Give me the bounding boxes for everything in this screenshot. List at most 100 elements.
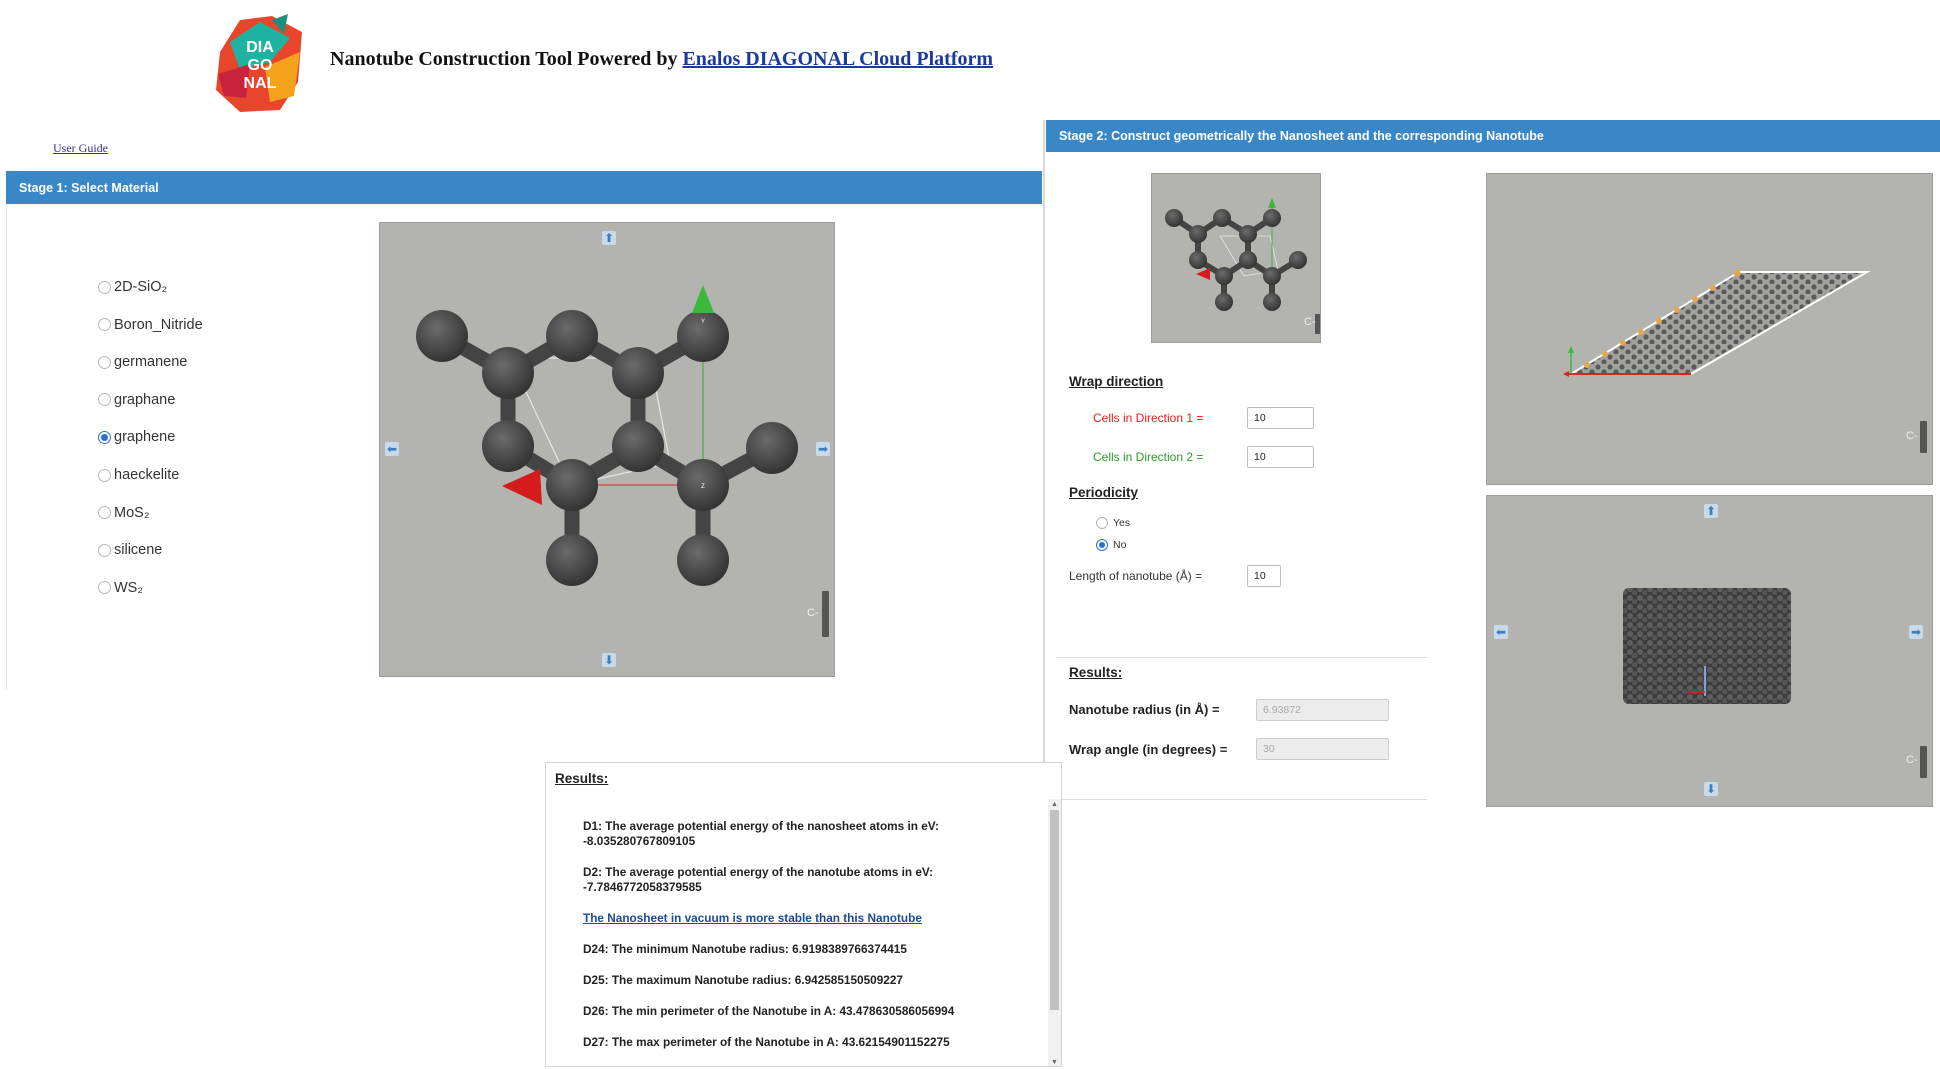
material-radio[interactable] — [98, 318, 111, 332]
logo-text-1: DIA — [246, 39, 274, 56]
nanosheet-corner-label: C- — [1906, 430, 1918, 442]
material-label: graphane — [114, 391, 176, 408]
logo-text-2: GO — [248, 57, 273, 74]
arrow-right-icon[interactable]: ➡ — [816, 442, 830, 456]
material-label: haeckelite — [114, 467, 180, 483]
result-d1-value: -8.035280767809105 — [583, 834, 696, 848]
material-label: MoS₂ — [114, 504, 150, 521]
nanosheet-viewer[interactable]: C- — [1486, 173, 1933, 485]
arrow-up-icon[interactable]: ⬆ — [602, 231, 616, 245]
page-title-text: Nanotube Construction Tool Powered by — [330, 48, 683, 70]
stage1-header: Stage 1: Select Material — [6, 171, 1042, 204]
scroll-up-icon[interactable]: ▲ — [1050, 800, 1059, 809]
cells-dir1-input[interactable] — [1247, 407, 1314, 429]
periodicity-no-radio[interactable] — [1096, 539, 1108, 551]
results-scrollbar[interactable]: ▲ ▼ — [1048, 799, 1061, 1066]
result-d27: D27: The max perimeter of the Nanotube i… — [583, 1035, 950, 1049]
radius-output — [1256, 699, 1389, 721]
unit-cell-viewer[interactable]: C- — [1151, 173, 1321, 343]
material-label: silicene — [114, 542, 163, 559]
svg-text:Z: Z — [701, 484, 705, 490]
material-radio[interactable] — [98, 506, 111, 520]
result-d26: D26: The min perimeter of the Nanotube i… — [583, 1004, 955, 1018]
material-radio[interactable] — [98, 280, 111, 294]
material-option[interactable]: graphane — [98, 392, 175, 408]
radius-label: Nanotube radius (in Å) = — [1069, 702, 1220, 717]
result-d2-label: D2: The average potential energy of the … — [583, 865, 934, 879]
viewer-corner-label: C- — [807, 607, 819, 619]
nanotube-arrow-left-icon[interactable]: ⬅ — [1494, 625, 1508, 639]
stability-link[interactable]: The Nanosheet in vacuum is more stable t… — [583, 911, 922, 925]
stage2-results-heading: Results: — [1069, 665, 1123, 680]
periodicity-no-label: No — [1113, 539, 1127, 551]
length-input[interactable] — [1247, 565, 1281, 587]
length-label: Length of nanotube (Å) = — [1069, 569, 1203, 583]
material-radio[interactable] — [98, 543, 111, 557]
results-panel: Results: D1: The average potential energ… — [545, 762, 1062, 1067]
stage1-title: Stage 1: Select Material — [19, 180, 159, 195]
stage2-header: Stage 2: Construct geometrically the Nan… — [1046, 120, 1940, 152]
periodicity-yes-label: Yes — [1113, 517, 1131, 529]
material-option[interactable]: Boron_Nitride — [98, 317, 203, 333]
material-radio[interactable] — [98, 355, 111, 369]
material-option[interactable]: WS₂ — [98, 580, 143, 596]
results-top-divider — [1057, 657, 1427, 658]
periodicity-yes-radio[interactable] — [1096, 517, 1108, 529]
unit-cell-corner-label: C- — [1304, 316, 1316, 328]
graphene-molecule-render: Y Z — [416, 285, 798, 586]
nanotube-arrow-right-icon[interactable]: ➡ — [1909, 625, 1923, 639]
material-label: graphene — [114, 429, 176, 446]
material-option[interactable]: germanene — [98, 354, 187, 370]
material-3d-viewer[interactable]: Y Z ⬆ ⬇ ⬅ ➡ C- — [379, 222, 835, 677]
cells-dir2-input[interactable] — [1247, 446, 1314, 468]
arrow-left-icon[interactable]: ⬅ — [385, 442, 399, 456]
nanotube-zoom-handle[interactable] — [1920, 746, 1927, 778]
scroll-down-icon[interactable]: ▼ — [1050, 1058, 1059, 1066]
material-label: germanene — [114, 354, 188, 371]
material-radio[interactable] — [98, 468, 111, 482]
cells-dir2-label: Cells in Direction 2 = — [1093, 450, 1204, 464]
material-label: 2D-SiO₂ — [114, 279, 168, 295]
material-option[interactable]: MoS₂ — [98, 505, 149, 521]
page-title: Nanotube Construction Tool Powered by En… — [330, 48, 993, 71]
material-label: WS₂ — [114, 579, 143, 596]
material-option[interactable]: 2D-SiO₂ — [98, 279, 167, 295]
material-radio[interactable] — [98, 581, 111, 595]
arrow-down-icon[interactable]: ⬇ — [602, 653, 616, 667]
result-d25: D25: The maximum Nanotube radius: 6.9425… — [583, 973, 903, 987]
periodicity-yes-option[interactable]: Yes — [1096, 517, 1130, 529]
material-option[interactable]: graphene — [98, 429, 175, 445]
result-d1-label: D1: The average potential energy of the … — [583, 819, 939, 833]
diagonal-logo: DIA GO NAL — [210, 12, 310, 116]
nanosheet-zoom-handle[interactable] — [1920, 421, 1927, 453]
nanotube-render — [1623, 588, 1791, 704]
periodicity-no-option[interactable]: No — [1096, 539, 1126, 551]
results-bottom-divider — [1057, 799, 1427, 800]
user-guide-link[interactable]: User Guide — [53, 141, 108, 156]
material-option[interactable]: haeckelite — [98, 467, 179, 483]
angle-label: Wrap angle (in degrees) = — [1069, 742, 1228, 757]
svg-text:Y: Y — [701, 319, 705, 325]
viewer-zoom-handle[interactable] — [822, 591, 829, 637]
stage1-border — [6, 204, 7, 689]
nanotube-arrow-up-icon[interactable]: ⬆ — [1704, 504, 1718, 518]
periodicity-heading: Periodicity — [1069, 485, 1139, 500]
stage2-title: Stage 2: Construct geometrically the Nan… — [1059, 129, 1544, 143]
nanotube-viewer[interactable]: ⬆ ⬇ ⬅ ➡ C- — [1486, 495, 1933, 807]
result-d2-value: -7.7846772058379585 — [583, 880, 702, 894]
material-radio[interactable] — [98, 393, 111, 407]
material-option[interactable]: silicene — [98, 542, 162, 558]
result-d24: D24: The minimum Nanotube radius: 6.9198… — [583, 942, 907, 956]
material-radio[interactable] — [98, 430, 111, 444]
wrap-direction-heading: Wrap direction — [1069, 374, 1164, 389]
results-scroll-thumb[interactable] — [1050, 810, 1059, 1010]
angle-output — [1256, 738, 1389, 760]
axis-y-arrow-icon — [692, 285, 714, 313]
material-label: Boron_Nitride — [114, 316, 203, 333]
nanotube-arrow-down-icon[interactable]: ⬇ — [1704, 782, 1718, 796]
axis-x-arrow-icon — [502, 469, 542, 505]
nanotube-corner-label: C- — [1906, 754, 1918, 766]
results-heading: Results: — [555, 771, 609, 786]
enalos-platform-link[interactable]: Enalos DIAGONAL Cloud Platform — [682, 48, 993, 70]
logo-text-3: NAL — [244, 75, 277, 92]
